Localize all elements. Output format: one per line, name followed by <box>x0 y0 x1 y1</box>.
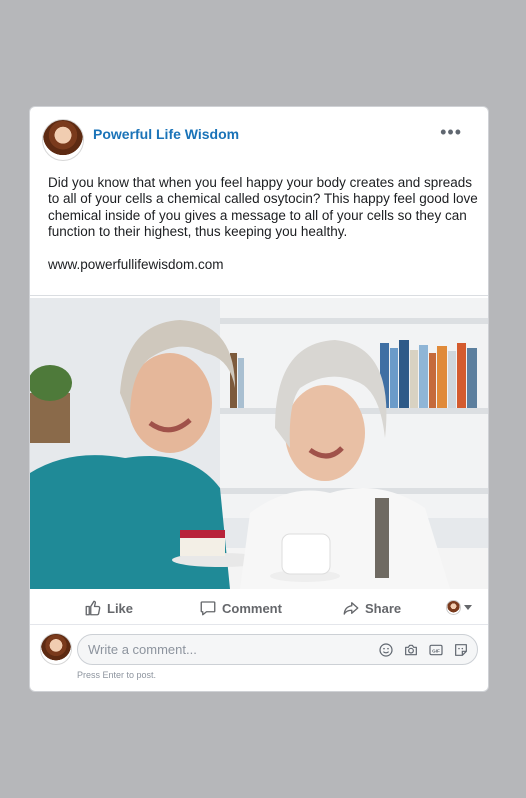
like-label: Like <box>107 600 134 616</box>
share-button[interactable]: Share <box>342 599 401 617</box>
svg-text:GIF: GIF <box>432 648 440 653</box>
camera-icon[interactable] <box>402 641 419 658</box>
press-enter-hint: Press Enter to post. <box>77 670 157 680</box>
like-button[interactable]: Like <box>84 599 133 617</box>
comment-input[interactable] <box>88 635 348 664</box>
post-card: Powerful Life Wisdom ••• Did you know th… <box>29 106 489 692</box>
thumbs-up-icon <box>85 600 101 616</box>
profile-avatar-mini <box>446 600 461 615</box>
comment-button[interactable]: Comment <box>199 599 282 617</box>
composer-icons: GIF <box>377 641 469 658</box>
photo-illustration <box>30 298 488 589</box>
post-text: Did you know that when you feel happy yo… <box>48 175 478 240</box>
commenter-avatar <box>40 633 72 665</box>
comment-composer: GIF <box>77 634 478 665</box>
more-options-icon[interactable]: ••• <box>440 123 462 141</box>
comment-label: Comment <box>222 600 282 616</box>
divider <box>30 295 488 296</box>
sticker-icon[interactable] <box>452 641 469 658</box>
share-label: Share <box>365 600 402 616</box>
post-link[interactable]: www.powerfullifewisdom.com <box>48 257 224 272</box>
page-name-link[interactable]: Powerful Life Wisdom <box>93 126 239 142</box>
chevron-down-icon <box>464 605 472 610</box>
react-as-selector[interactable] <box>446 600 472 615</box>
comment-bubble-icon <box>200 601 216 616</box>
share-arrow-icon <box>343 602 359 615</box>
page-avatar[interactable] <box>42 119 84 161</box>
post-header: Powerful Life Wisdom ••• <box>30 107 488 167</box>
post-actions-bar: Like Comment Share <box>30 591 488 625</box>
gif-icon[interactable]: GIF <box>427 641 444 658</box>
post-photo[interactable] <box>30 298 488 589</box>
emoji-icon[interactable] <box>377 641 394 658</box>
